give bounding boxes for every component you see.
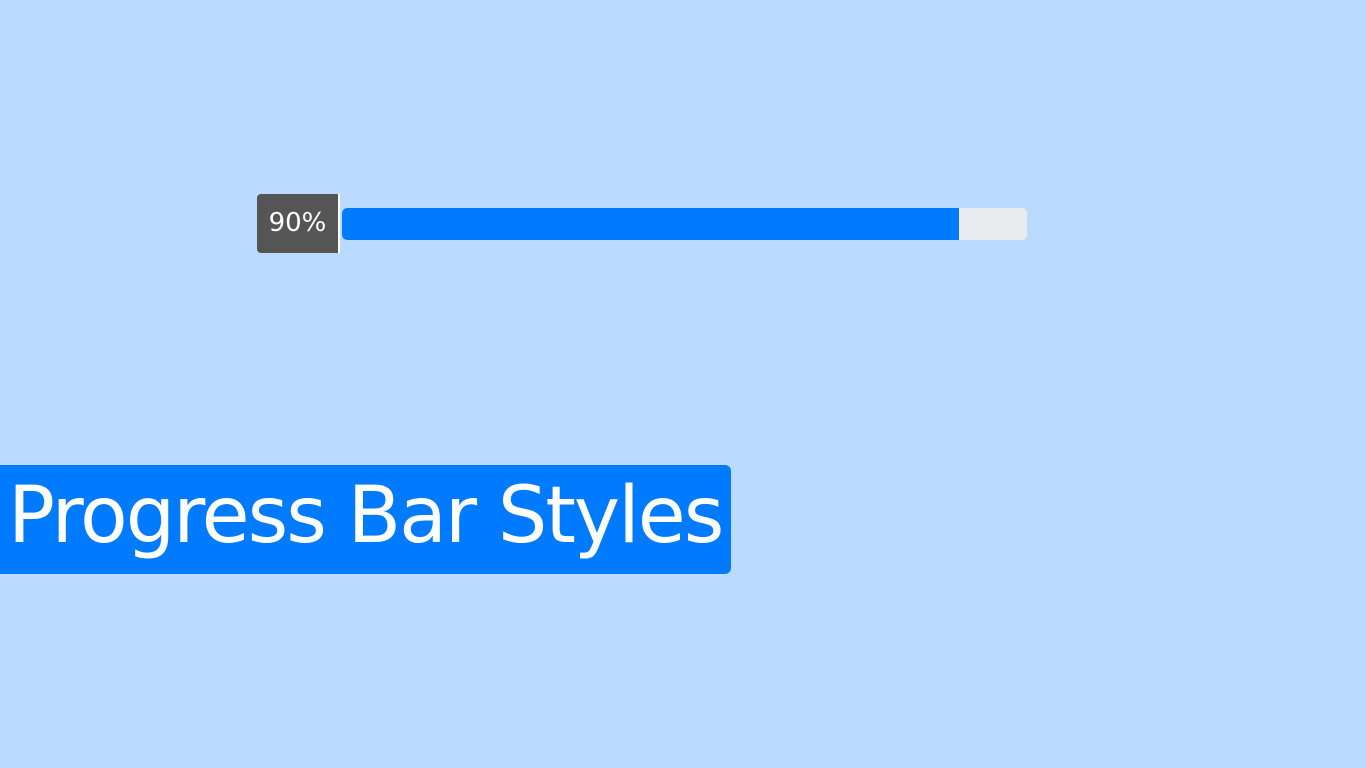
page: 90% Progress Bar Styles (0, 0, 1366, 768)
progress-bar: 90% (257, 194, 1027, 254)
progress-fill (342, 208, 959, 240)
page-title: Progress Bar Styles (0, 465, 731, 574)
progress-track (342, 208, 1027, 240)
progress-label-badge: 90% (257, 194, 340, 253)
